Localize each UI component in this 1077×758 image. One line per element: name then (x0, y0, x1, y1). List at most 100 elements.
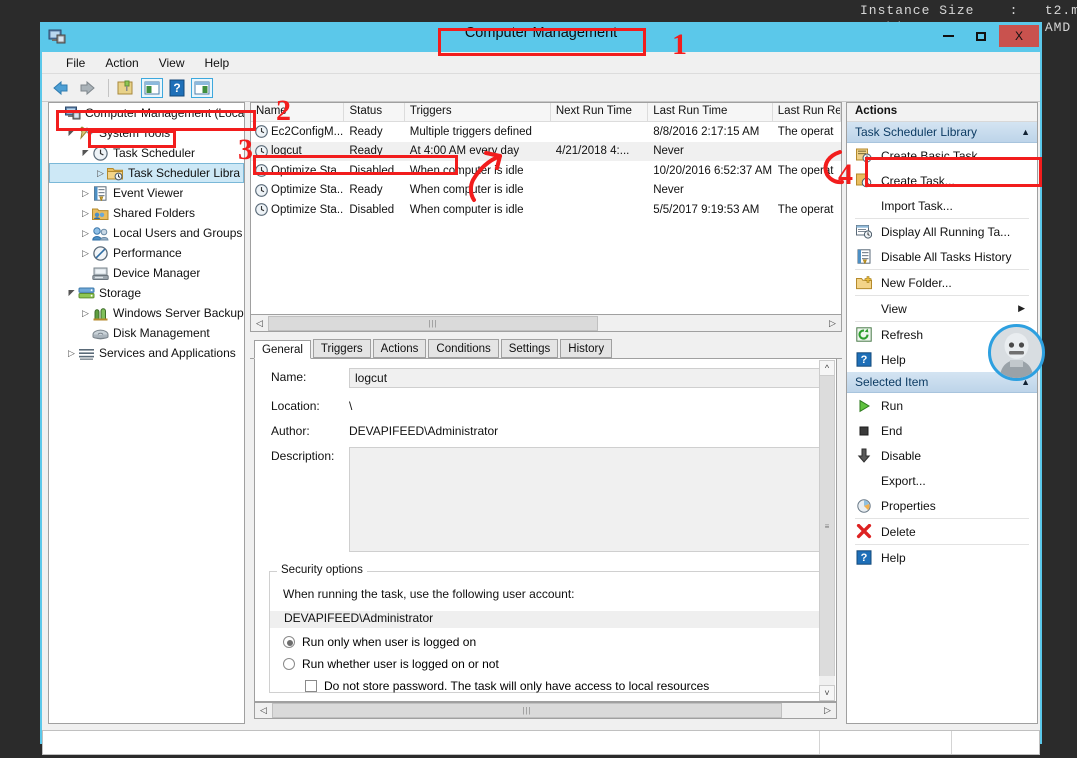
expand-triangle-icon[interactable]: ▷ (79, 308, 92, 319)
services-icon (78, 345, 95, 361)
action-item-delete[interactable]: Delete (847, 519, 1037, 544)
show-action-pane-icon[interactable] (191, 77, 213, 98)
task-list[interactable]: Name Status Triggers Next Run Time Last Run … (250, 102, 842, 315)
tab-triggers[interactable]: Triggers (312, 339, 371, 358)
tree-item-computer-management-local[interactable]: Computer Management (Local (49, 103, 244, 123)
detail-scroll-right-icon[interactable]: ▷ (819, 703, 836, 718)
radio-logged-on-icon[interactable] (283, 636, 295, 648)
collapse-triangle-icon[interactable]: ◢ (65, 289, 78, 298)
menu-item-action[interactable]: Action (95, 54, 148, 72)
column-header-name[interactable]: Name (251, 103, 345, 121)
radio-row-whether-logged-on[interactable]: Run whether user is logged on or not (283, 657, 499, 671)
task-last-run-cell: 5/5/2017 9:19:53 AM (653, 203, 760, 216)
action-item-disable-all-tasks-history[interactable]: Disable All Tasks History (847, 244, 1037, 269)
task-list-horizontal-scrollbar[interactable]: ◁ ||| ▷ (250, 315, 842, 332)
action-item-create-basic-task[interactable]: Create Basic Task... (847, 143, 1037, 168)
task-row[interactable]: Ec2ConfigM... Ready Multiple triggers defi… (251, 122, 841, 142)
tab-actions[interactable]: Actions (372, 339, 427, 358)
expand-triangle-icon[interactable]: ▷ (79, 208, 92, 219)
tab-general[interactable]: General (254, 340, 311, 359)
scroll-track[interactable]: ||| (268, 315, 824, 331)
console-tree-pane[interactable]: Computer Management (Local ◢ System Tools ◢… (48, 102, 245, 724)
action-item-import-task[interactable]: Import Task... (847, 193, 1037, 218)
menu-item-view[interactable]: View (149, 54, 195, 72)
action-item-display-all-running-ta[interactable]: Display All Running Ta... (847, 219, 1037, 244)
radio-whether-icon[interactable] (283, 658, 295, 670)
column-header-status[interactable]: Status (344, 103, 405, 121)
tab-conditions[interactable]: Conditions (428, 339, 499, 358)
action-item-run[interactable]: Run (847, 393, 1037, 418)
detail-scroll-down-icon[interactable]: ˅ (819, 685, 835, 701)
help-icon[interactable]: ? (167, 78, 187, 98)
task-row[interactable]: Optimize Sta... Disabled When computer is … (251, 200, 841, 220)
properties-window-icon[interactable] (141, 77, 163, 98)
tree-item-performance[interactable]: ▷ Performance (49, 243, 244, 263)
actions-section-header-task-scheduler-library[interactable]: Task Scheduler Library ▲ (847, 122, 1037, 143)
tree-item-windows-server-backup[interactable]: ▷ Windows Server Backup (49, 303, 244, 323)
minimize-button[interactable] (933, 25, 963, 47)
collapse-triangle-icon[interactable]: ◢ (65, 129, 78, 138)
actions-pane[interactable]: Actions Task Scheduler Library ▲ Create Ba… (846, 102, 1038, 724)
task-row[interactable]: Optimize Sta... Disabled When computer is … (251, 161, 841, 181)
back-arrow-icon[interactable] (50, 78, 72, 98)
tab-settings[interactable]: Settings (500, 339, 559, 358)
detail-vertical-scrollbar[interactable]: ^ ≡ ˅ (819, 360, 835, 701)
tree-item-shared-folders[interactable]: ▷ Shared Folders (49, 203, 244, 223)
action-item-view[interactable]: View ▶ (847, 296, 1037, 321)
tree-item-event-viewer[interactable]: ▷ Event Viewer (49, 183, 244, 203)
task-row[interactable]: Optimize Sta... Ready When computer is idl… (251, 181, 841, 201)
column-header-next-run-time[interactable]: Next Run Time (551, 103, 649, 121)
name-field[interactable]: logcut (349, 368, 829, 388)
action-item-label: Run (881, 398, 904, 413)
tree-item-task-scheduler-libra[interactable]: ▷ Task Scheduler Libra (49, 163, 244, 183)
checkbox-no-password-icon[interactable] (305, 680, 317, 692)
task-status-cell: Disabled (349, 203, 395, 216)
scroll-thumb[interactable]: ||| (268, 315, 598, 331)
tree-item-device-manager[interactable]: Device Manager (49, 263, 244, 283)
actions-pane-title: Actions (847, 103, 1037, 122)
detail-scroll-left-icon[interactable]: ◁ (255, 703, 272, 718)
radio-row-logged-on[interactable]: Run only when user is logged on (283, 635, 476, 649)
tree-item-storage[interactable]: ◢ Storage (49, 283, 244, 303)
task-row[interactable]: logcut Ready At 4:00 AM every day 4/21/2018… (251, 141, 841, 161)
maximize-button[interactable] (966, 25, 996, 47)
action-item-disable[interactable]: Disable (847, 443, 1037, 468)
forward-arrow-icon[interactable] (76, 78, 98, 98)
action-item-new-folder[interactable]: New Folder... (847, 270, 1037, 295)
detail-horizontal-scrollbar[interactable]: ◁ ||| ▷ (254, 702, 837, 719)
description-field[interactable] (349, 447, 829, 552)
collapse-triangle-icon[interactable]: ◢ (79, 149, 92, 158)
expand-triangle-icon[interactable]: ▷ (79, 188, 92, 199)
close-button[interactable]: X (999, 25, 1039, 47)
expand-triangle-icon[interactable]: ▷ (79, 228, 92, 239)
tab-history[interactable]: History (560, 339, 613, 358)
column-header-last-run-time[interactable]: Last Run Time (648, 103, 773, 121)
action-item-end[interactable]: End (847, 418, 1037, 443)
detail-scroll-track[interactable]: ||| (272, 703, 819, 718)
detail-scroll-thumb[interactable]: ≡ (819, 376, 835, 676)
tree-item-local-users-and-groups[interactable]: ▷ Local Users and Groups (49, 223, 244, 243)
scroll-right-icon[interactable]: ▷ (824, 316, 841, 331)
column-header-triggers[interactable]: Triggers (405, 103, 551, 121)
action-item-properties[interactable]: Properties (847, 493, 1037, 518)
chevron-up-icon[interactable]: ▲ (1021, 127, 1030, 137)
scroll-left-icon[interactable]: ◁ (251, 316, 268, 331)
tree-item-services-and-applications[interactable]: ▷ Services and Applications (49, 343, 244, 363)
detail-scroll-up-icon[interactable]: ^ (819, 360, 835, 376)
detail-hscroll-thumb[interactable]: ||| (272, 703, 782, 718)
checkbox-row-no-password[interactable]: Do not store password. The task will onl… (305, 679, 709, 693)
tree-item-disk-management[interactable]: Disk Management (49, 323, 244, 343)
expand-triangle-icon[interactable]: ▷ (65, 348, 78, 359)
menu-item-file[interactable]: File (56, 54, 95, 72)
action-item-help[interactable]: ? Help (847, 545, 1037, 570)
expand-triangle-icon[interactable]: ▷ (94, 168, 107, 179)
tree-item-task-scheduler[interactable]: ◢ Task Scheduler (49, 143, 244, 163)
menu-item-help[interactable]: Help (195, 54, 240, 72)
column-header-last-run-re[interactable]: Last Run Re (773, 103, 841, 121)
action-item-export[interactable]: Export... (847, 468, 1037, 493)
action-item-create-task[interactable]: Create Task... (847, 168, 1037, 193)
expand-triangle-icon[interactable]: ▷ (79, 248, 92, 259)
tree-item-system-tools[interactable]: ◢ System Tools (49, 123, 244, 143)
action-item-label: Help (881, 550, 906, 565)
show-hide-console-tree-icon[interactable] (115, 78, 137, 98)
